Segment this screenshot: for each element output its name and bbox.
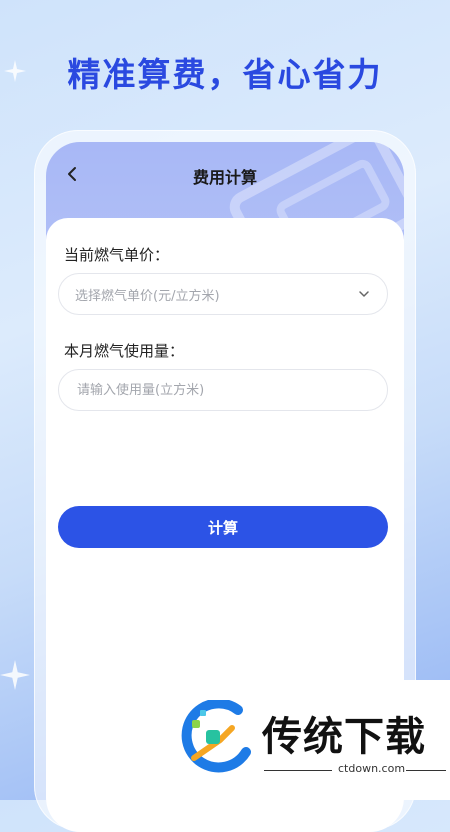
price-label: 当前燃气单价： <box>64 246 170 264</box>
watermark-divider <box>406 770 446 771</box>
watermark: 传统下载 ctdown.com <box>180 680 450 800</box>
nav-bar: 费用计算 <box>46 142 404 206</box>
ctdown-logo-icon <box>181 700 251 773</box>
price-select-placeholder: 选择燃气单价(元/立方米) <box>75 288 220 304</box>
page-title: 费用计算 <box>192 168 257 187</box>
chevron-down-icon <box>359 291 369 297</box>
usage-field <box>58 369 388 411</box>
watermark-divider <box>264 770 332 771</box>
price-select[interactable]: 选择燃气单价(元/立方米) <box>58 273 388 315</box>
watermark-url: ctdown.com <box>338 762 406 775</box>
usage-label: 本月燃气使用量： <box>64 342 185 360</box>
watermark-title: 传统下载 <box>262 714 426 760</box>
calculate-button[interactable]: 计算 <box>58 506 388 548</box>
usage-input[interactable] <box>75 381 371 399</box>
hero-headline: 精准算费，省心省力 <box>67 55 383 94</box>
sparkle-icon <box>0 660 30 694</box>
